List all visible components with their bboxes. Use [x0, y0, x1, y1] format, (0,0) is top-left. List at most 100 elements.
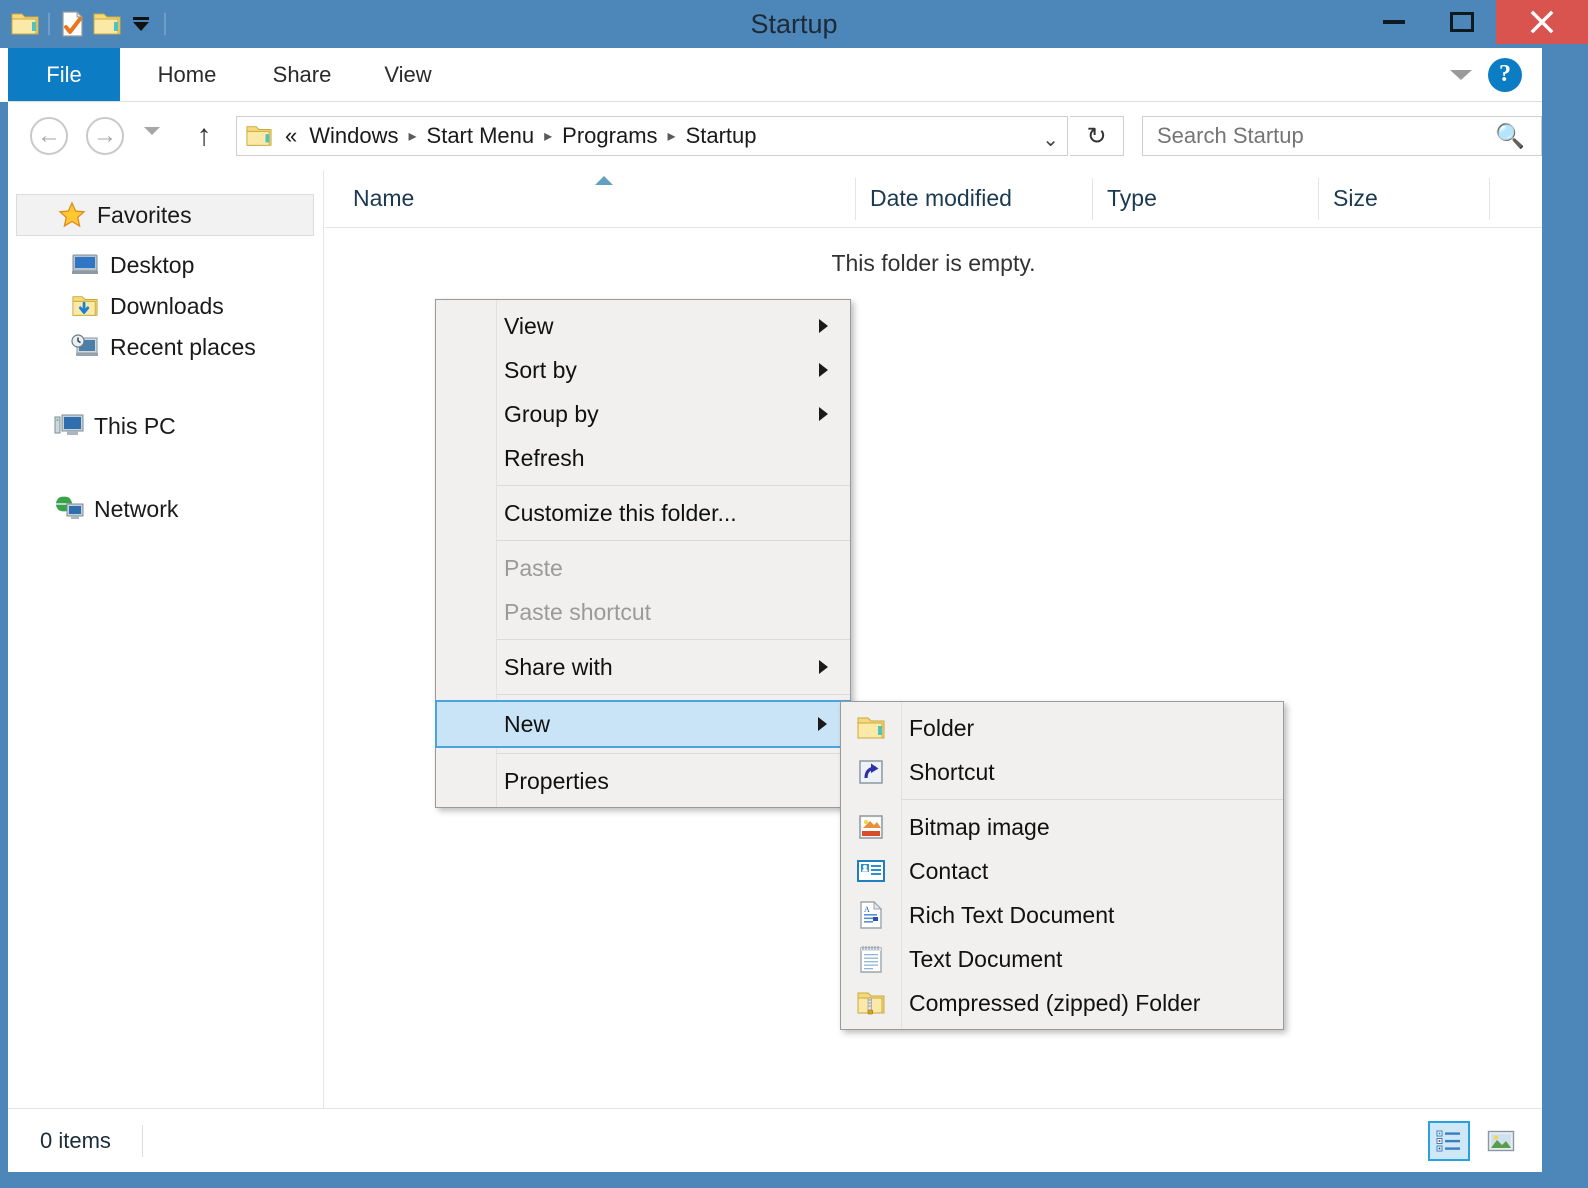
help-icon[interactable]: ?	[1488, 57, 1522, 92]
status-separator	[142, 1125, 143, 1157]
network-icon	[52, 495, 86, 523]
menu-item-refresh[interactable]: Refresh	[436, 436, 850, 480]
breadcrumb-chevron-icon[interactable]: ▸	[405, 126, 421, 146]
submenu-separator	[901, 799, 1283, 800]
star-icon	[55, 201, 89, 229]
qat-separator-2	[164, 13, 166, 35]
address-dropdown-icon[interactable]: ⌄	[1042, 127, 1059, 152]
search-icon[interactable]: 🔍	[1495, 122, 1541, 151]
submenu-item-text-document[interactable]: Text Document	[841, 937, 1283, 981]
menu-item-customize-this-folder[interactable]: Customize this folder...	[436, 491, 850, 535]
large-icons-view-icon	[1487, 1130, 1515, 1152]
minimize-button[interactable]	[1360, 0, 1428, 44]
sidebar-item-downloads[interactable]: Downloads	[68, 287, 224, 325]
submenu-item-folder[interactable]: Folder	[841, 706, 1283, 750]
column-header-type[interactable]: Type	[1093, 170, 1318, 227]
tab-home[interactable]: Home	[128, 48, 246, 101]
context-menu: View Sort by Group by Refresh Customize …	[435, 299, 851, 808]
search-box[interactable]: 🔍	[1142, 116, 1542, 156]
close-button[interactable]	[1496, 0, 1588, 44]
status-bar: 0 items	[8, 1108, 1542, 1172]
menu-item-paste: Paste	[436, 546, 850, 590]
menu-separator	[496, 753, 850, 754]
rich-text-document-icon: A	[853, 899, 889, 931]
menu-item-sort-by[interactable]: Sort by	[436, 348, 850, 392]
breadcrumb-start-menu[interactable]: Start Menu	[421, 123, 541, 149]
menu-item-label: Properties	[504, 767, 609, 794]
properties-folder-icon[interactable]	[8, 6, 42, 42]
menu-separator	[496, 694, 850, 695]
menu-item-label: View	[504, 312, 554, 339]
menu-item-label: New	[504, 710, 551, 737]
address-bar-row: ← → ↑ « Windows ▸ Start Menu ▸ Programs …	[8, 102, 1542, 170]
submenu-arrow-icon	[819, 363, 828, 377]
sidebar-item-desktop[interactable]: Desktop	[68, 246, 194, 284]
forward-button[interactable]: →	[86, 117, 124, 155]
close-icon	[1530, 10, 1554, 34]
menu-separator	[496, 540, 850, 541]
chevron-down-icon[interactable]	[124, 6, 158, 42]
refresh-button[interactable]: ↻	[1070, 116, 1124, 156]
minimize-icon	[1383, 20, 1405, 24]
submenu-item-contact[interactable]: Contact	[841, 849, 1283, 893]
computer-icon	[52, 412, 86, 440]
navigation-pane: Favorites Desktop Downloads Recent place…	[8, 170, 324, 1108]
empty-folder-message: This folder is empty.	[831, 250, 1036, 276]
recent-locations-icon[interactable]	[144, 127, 160, 135]
sidebar-label-network: Network	[94, 495, 179, 522]
details-view-button[interactable]	[1428, 1121, 1470, 1161]
column-header-date-modified[interactable]: Date modified	[856, 170, 1092, 227]
sidebar-item-network[interactable]: Network	[52, 490, 178, 528]
submenu-item-rich-text-document[interactable]: A Rich Text Document	[841, 893, 1283, 937]
sidebar-item-this-pc[interactable]: This PC	[52, 407, 176, 445]
desktop-icon	[68, 252, 102, 278]
menu-item-group-by[interactable]: Group by	[436, 392, 850, 436]
text-document-icon	[853, 943, 889, 975]
up-button[interactable]: ↑	[186, 118, 222, 154]
breadcrumb-chevron-icon[interactable]: ▸	[540, 126, 556, 146]
breadcrumb-windows[interactable]: Windows	[303, 123, 404, 149]
new-folder-icon[interactable]	[90, 6, 124, 42]
submenu-item-shortcut[interactable]: Shortcut	[841, 750, 1283, 794]
menu-item-view[interactable]: View	[436, 304, 850, 348]
tab-view[interactable]: View	[358, 48, 458, 101]
submenu-item-compressed-zipped-folder[interactable]: Compressed (zipped) Folder	[841, 981, 1283, 1025]
large-icons-view-button[interactable]	[1480, 1121, 1522, 1161]
breadcrumb-chevron-icon[interactable]: ▸	[664, 126, 680, 146]
sidebar-item-recent-places[interactable]: Recent places	[68, 328, 256, 366]
zipped-folder-icon	[853, 987, 889, 1019]
details-view-icon	[1436, 1130, 1460, 1152]
breadcrumb-startup[interactable]: Startup	[680, 123, 763, 149]
ribbon-bar: File Home Share View ?	[0, 48, 1542, 102]
menu-item-share-with[interactable]: Share with	[436, 645, 850, 689]
customize-icon[interactable]	[56, 6, 90, 42]
menu-item-properties[interactable]: Properties	[436, 759, 850, 803]
breadcrumb-overflow[interactable]: «	[279, 123, 303, 149]
title-bar: Startup	[0, 0, 1588, 48]
view-buttons	[1428, 1121, 1522, 1161]
minimize-ribbon-icon[interactable]	[1450, 69, 1472, 80]
sidebar-item-favorites[interactable]: Favorites	[16, 194, 314, 236]
column-header-size[interactable]: Size	[1319, 170, 1489, 227]
window-controls	[1360, 0, 1588, 44]
submenu-arrow-icon	[819, 319, 828, 333]
back-button[interactable]: ←	[30, 117, 68, 155]
column-divider[interactable]	[1489, 178, 1490, 220]
address-bar[interactable]: « Windows ▸ Start Menu ▸ Programs ▸ Star…	[236, 116, 1068, 156]
contact-icon	[853, 855, 889, 887]
sidebar-label-this-pc: This PC	[94, 412, 176, 439]
column-header-name[interactable]: Name	[339, 170, 859, 227]
menu-separator	[496, 639, 850, 640]
recent-places-icon	[68, 334, 102, 360]
menu-item-new[interactable]: New	[435, 700, 851, 748]
menu-item-label: Customize this folder...	[504, 499, 737, 526]
menu-item-paste-shortcut: Paste shortcut	[436, 590, 850, 634]
explorer-window: Startup File Home Share View ? ← → ↑ « W…	[0, 0, 1588, 1188]
maximize-button[interactable]	[1428, 0, 1496, 44]
submenu-item-bitmap-image[interactable]: Bitmap image	[841, 805, 1283, 849]
breadcrumb-programs[interactable]: Programs	[556, 123, 663, 149]
search-input[interactable]	[1143, 122, 1496, 150]
tab-share[interactable]: Share	[246, 48, 358, 101]
tab-file[interactable]: File	[8, 48, 120, 101]
address-folder-icon	[245, 123, 273, 149]
